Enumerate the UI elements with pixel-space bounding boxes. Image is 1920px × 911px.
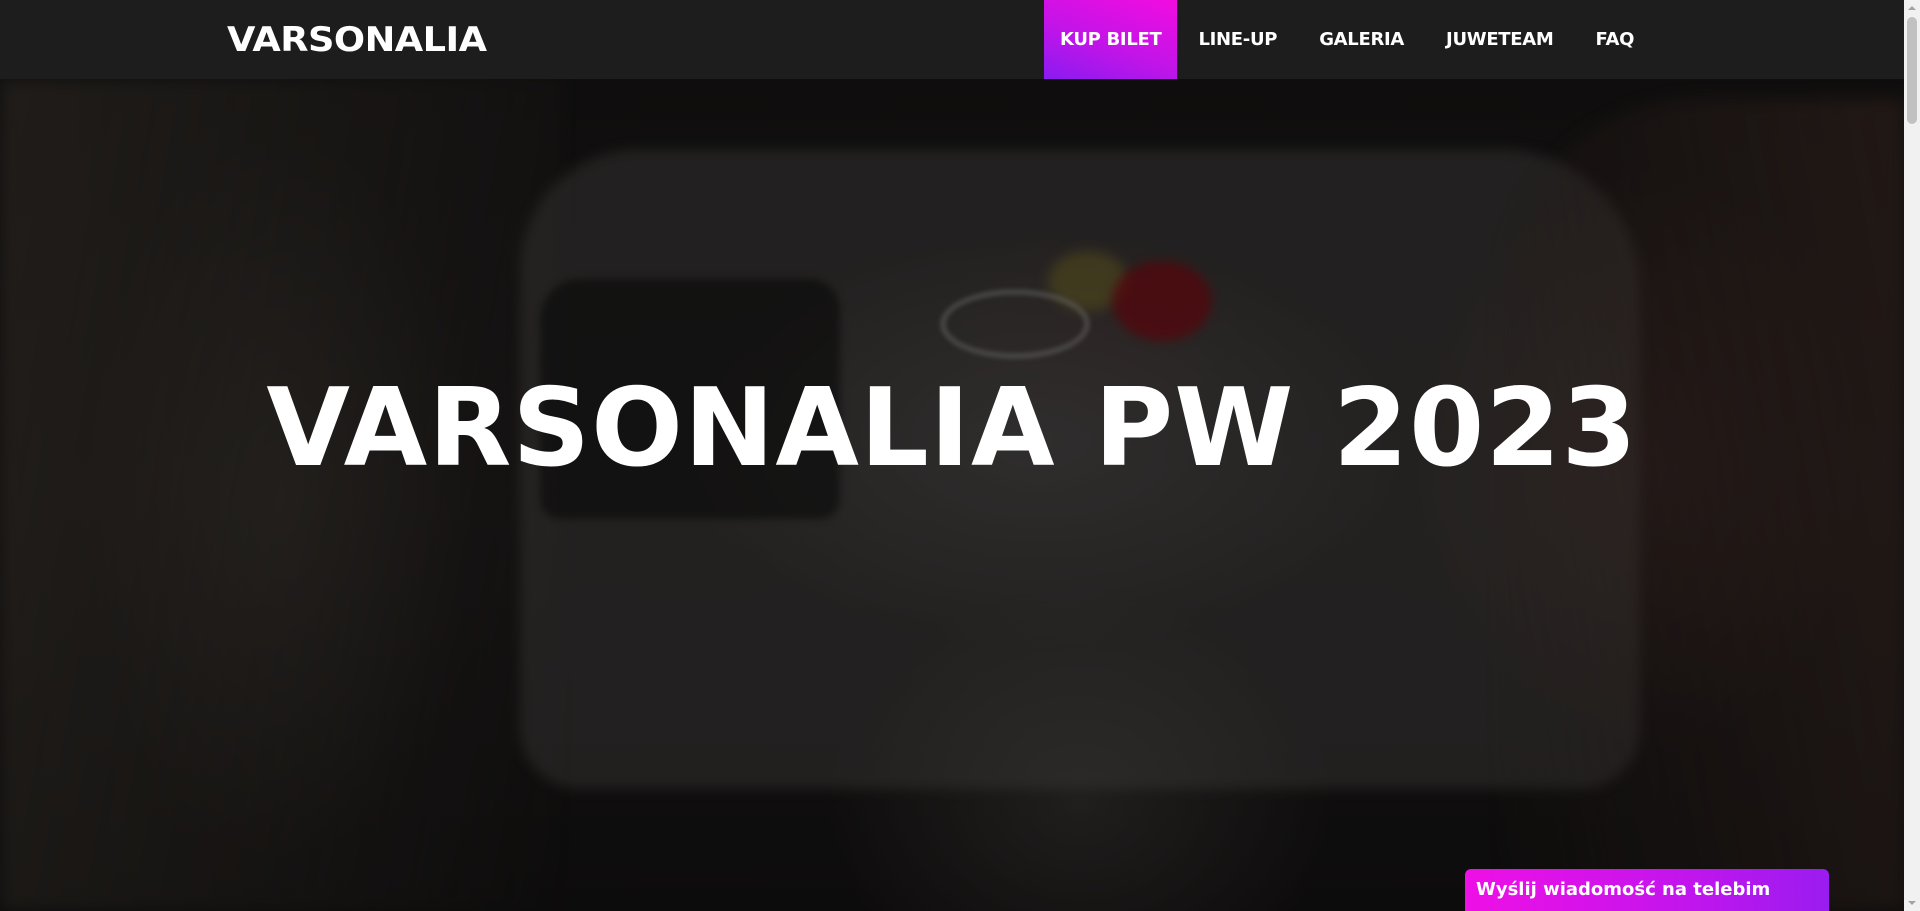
scroll-up-arrow-icon[interactable] <box>1904 0 1920 17</box>
scroll-thumb[interactable] <box>1907 17 1917 124</box>
main-nav: KUP BILET LINE-UP GALERIA JUWETEAM FAQ <box>1044 0 1655 79</box>
send-telebim-message-button[interactable]: Wyślij wiadomość na telebim <box>1465 869 1829 911</box>
hero-section <box>0 79 1904 911</box>
site-logo[interactable]: VARSONALIA <box>227 20 487 60</box>
scroll-down-arrow-icon[interactable] <box>1904 894 1920 911</box>
hero-dark-overlay <box>0 79 1904 911</box>
page: VARSONALIA KUP BILET LINE-UP GALERIA JUW… <box>0 0 1920 911</box>
nav-item-line-up[interactable]: LINE-UP <box>1177 0 1298 79</box>
nav-item-buy-ticket[interactable]: KUP BILET <box>1044 0 1178 79</box>
nav-item-faq[interactable]: FAQ <box>1575 0 1656 79</box>
hero-title: VARSONALIA PW 2023 <box>266 366 1638 491</box>
nav-item-gallery[interactable]: GALERIA <box>1298 0 1425 79</box>
site-header: VARSONALIA KUP BILET LINE-UP GALERIA JUW… <box>0 0 1904 79</box>
nav-item-juweteam[interactable]: JUWETEAM <box>1425 0 1574 79</box>
page-scrollbar[interactable] <box>1904 0 1920 911</box>
